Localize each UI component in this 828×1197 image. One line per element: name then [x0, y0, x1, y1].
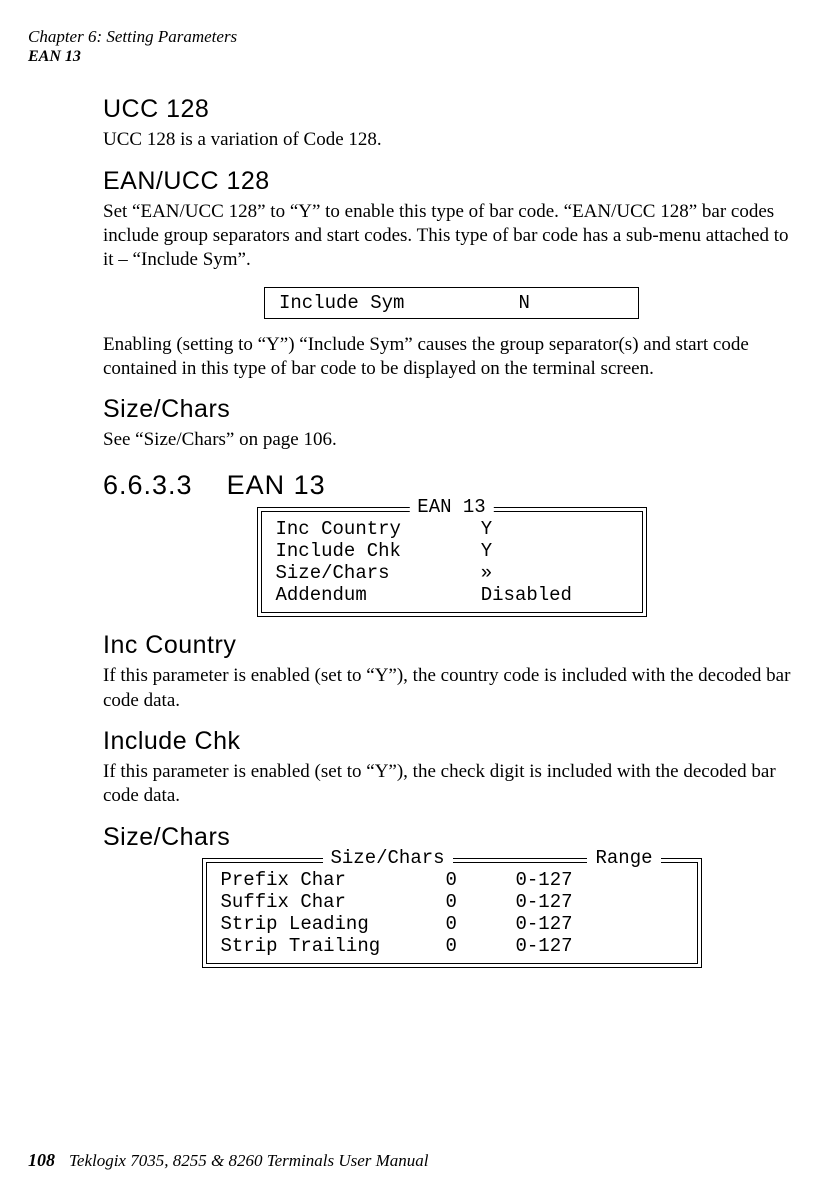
heading-eanucc128: EAN/UCC 128: [103, 167, 800, 196]
paragraph: UCC 128 is a variation of Code 128.: [103, 128, 800, 152]
running-header: Chapter 6: Setting Parameters EAN 13: [28, 26, 800, 67]
paragraph: Set “EAN/UCC 128” to “Y” to enable this …: [103, 200, 800, 273]
menu-row: Strip Trailing00-127: [221, 935, 683, 957]
menu-rows: Inc Country YInclude Chk YSize/Chars »Ad…: [276, 518, 628, 606]
page-footer: 108 Teklogix 7035, 8255 & 8260 Terminals …: [28, 1150, 429, 1171]
param-range: 0-127: [516, 913, 683, 935]
section-number: 6.6.3.3: [103, 470, 193, 500]
param-name: Strip Trailing: [221, 935, 446, 957]
page-number: 108: [28, 1150, 55, 1170]
page: Chapter 6: Setting Parameters EAN 13 UCC…: [0, 0, 828, 1197]
heading-inc-country: Inc Country: [103, 631, 800, 660]
heading-include-chk: Include Chk: [103, 727, 800, 756]
menu-legend: EAN 13: [409, 496, 493, 518]
menu-legend-left: Size/Chars: [323, 847, 453, 869]
param-name: Suffix Char: [221, 891, 446, 913]
section-line: EAN 13: [28, 47, 800, 67]
menu-box-ean13: EAN 13 Inc Country YInclude Chk YSize/Ch…: [257, 507, 647, 617]
param-value: 0: [446, 913, 516, 935]
section-name: EAN 13: [227, 470, 326, 500]
param-value: 0: [446, 891, 516, 913]
param-value: 0: [446, 935, 516, 957]
menu-line: Include Sym N: [279, 292, 624, 314]
menu-legend-right: Range: [587, 847, 660, 869]
paragraph: If this parameter is enabled (set to “Y”…: [103, 760, 800, 809]
heading-sizechars: Size/Chars: [103, 395, 800, 424]
menu-row: Include Chk Y: [276, 540, 628, 562]
manual-title: Teklogix 7035, 8255 & 8260 Terminals Use…: [69, 1151, 429, 1170]
body-column: UCC 128 UCC 128 is a variation of Code 1…: [103, 95, 800, 967]
menu-row: Suffix Char00-127: [221, 891, 683, 913]
paragraph: See “Size/Chars” on page 106.: [103, 428, 800, 452]
param-value: 0: [446, 869, 516, 891]
param-range: 0-127: [516, 935, 683, 957]
menu-row: Addendum Disabled: [276, 584, 628, 606]
param-name: Strip Leading: [221, 913, 446, 935]
menu-row: Inc Country Y: [276, 518, 628, 540]
param-name: Prefix Char: [221, 869, 446, 891]
paragraph: Enabling (setting to “Y”) “Include Sym” …: [103, 333, 800, 382]
menu-row: Strip Leading00-127: [221, 913, 683, 935]
menu-row: Prefix Char00-127: [221, 869, 683, 891]
param-range: 0-127: [516, 891, 683, 913]
menu-box-include-sym: Include Sym N: [264, 287, 639, 319]
param-range: 0-127: [516, 869, 683, 891]
menu-rows: Prefix Char00-127Suffix Char00-127Strip …: [221, 869, 683, 957]
chapter-line: Chapter 6: Setting Parameters: [28, 26, 800, 47]
paragraph: If this parameter is enabled (set to “Y”…: [103, 664, 800, 713]
heading-ucc128: UCC 128: [103, 95, 800, 124]
menu-row: Size/Chars »: [276, 562, 628, 584]
menu-box-sizechars: Size/Chars Range Prefix Char00-127Suffix…: [202, 858, 702, 968]
